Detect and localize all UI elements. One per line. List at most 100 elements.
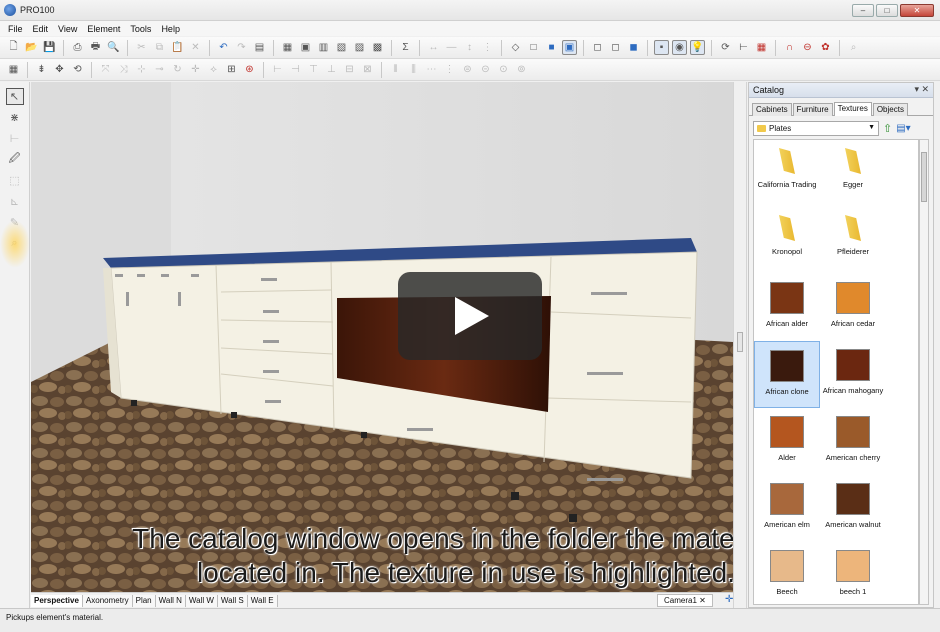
dim-vertical-icon[interactable]: ↕ <box>462 40 477 55</box>
cut-icon[interactable]: ✂ <box>134 40 149 55</box>
catalog-texture-item[interactable]: African mahogany <box>820 341 886 408</box>
catalog-texture-item[interactable]: American cherry <box>820 408 886 475</box>
catalog-texture-item[interactable]: African cedar <box>820 274 886 341</box>
cube-solid-icon[interactable]: ■ <box>544 40 559 55</box>
measure-icon[interactable]: ⊢ <box>736 40 751 55</box>
rotate-icon[interactable]: ⟳ <box>718 40 733 55</box>
texture-mode-icon[interactable]: ◉ <box>672 40 687 55</box>
view1-icon[interactable]: ▦ <box>280 40 295 55</box>
view-tab-plan[interactable]: Plan <box>132 594 156 607</box>
catalog-folder-item[interactable]: California Trading <box>754 140 820 207</box>
print-icon[interactable]: 🖶 <box>88 40 103 55</box>
catalog-texture-item[interactable]: African clone <box>754 341 820 408</box>
select-tool-icon[interactable]: ↖ <box>5 88 24 105</box>
view6-icon[interactable]: ▩ <box>370 40 385 55</box>
dist3-icon[interactable]: ⋯ <box>424 62 439 77</box>
dist7-icon[interactable]: ⊙ <box>496 62 511 77</box>
tool-g-icon[interactable]: ⟡ <box>206 62 221 77</box>
view5-icon[interactable]: ▨ <box>352 40 367 55</box>
move-icon[interactable]: ✥ <box>52 62 67 77</box>
dist5-icon[interactable]: ⊜ <box>460 62 475 77</box>
tool-e-icon[interactable]: ↻ <box>170 62 185 77</box>
magnet-icon[interactable]: ∩ <box>782 40 797 55</box>
measure-tool-icon[interactable]: ⊾ <box>6 193 24 210</box>
render-mode-icon[interactable]: ▪ <box>654 40 669 55</box>
align6-icon[interactable]: ⊠ <box>360 62 375 77</box>
cube-wire-icon[interactable]: ◇ <box>508 40 523 55</box>
view-mode-icon[interactable]: ▤▾ <box>896 123 910 134</box>
folder-up-icon[interactable]: ⇧ <box>883 122 892 135</box>
view-tab-axonometry[interactable]: Axonometry <box>82 594 133 607</box>
align5-icon[interactable]: ⊟ <box>342 62 357 77</box>
catalog-tab-objects[interactable]: Objects <box>872 103 908 116</box>
delete-icon[interactable]: ✕ <box>188 40 203 55</box>
dim-horizontal-icon[interactable]: ↔ <box>426 40 441 55</box>
align2-icon[interactable]: ⊣ <box>288 62 303 77</box>
catalog-folder-item[interactable]: Egger <box>820 140 886 207</box>
menu-help[interactable]: Help <box>161 24 180 34</box>
view4-icon[interactable]: ▧ <box>334 40 349 55</box>
catalog-folder-item[interactable]: Kronopol <box>754 207 820 274</box>
tool-a-icon[interactable]: ⤧ <box>98 62 113 77</box>
tool-f-icon[interactable]: ✛ <box>188 62 203 77</box>
rotate-tool-icon[interactable]: ⟲ <box>70 62 85 77</box>
align4-icon[interactable]: ⊥ <box>324 62 339 77</box>
add-view-icon[interactable]: ✛ <box>725 594 733 605</box>
dist6-icon[interactable]: ⊝ <box>478 62 493 77</box>
view-tab-wall-n[interactable]: Wall N <box>155 594 186 607</box>
catalog-texture-item[interactable]: beech 1 <box>820 542 886 604</box>
zoom-icon[interactable]: ⌕ <box>846 40 861 55</box>
close-button[interactable]: ✕ <box>900 4 934 17</box>
view2-icon[interactable]: ▣ <box>298 40 313 55</box>
dist2-icon[interactable]: ⫼ <box>406 62 421 77</box>
align-icon[interactable]: ⇟ <box>34 62 49 77</box>
catalog-texture-item[interactable]: American walnut <box>820 475 886 542</box>
menu-edit[interactable]: Edit <box>33 24 49 34</box>
print-preview-icon[interactable]: ⎙ <box>70 40 85 55</box>
catalog-tab-furniture[interactable]: Furniture <box>792 103 833 116</box>
catalog-texture-item[interactable]: Beech <box>754 542 820 604</box>
dist1-icon[interactable]: ⫴ <box>388 62 403 77</box>
cube-render-icon[interactable]: ▣ <box>562 40 577 55</box>
paint-tool-icon[interactable]: ⬚ <box>6 172 24 189</box>
3d-viewport[interactable]: The catalog window opens in the folder t… <box>31 82 733 592</box>
box1-icon[interactable]: ◻ <box>590 40 605 55</box>
tool-b-icon[interactable]: ⤨ <box>116 62 131 77</box>
catalog-header-controls[interactable]: ▾ ✕ <box>914 84 929 95</box>
dim-line-icon[interactable]: — <box>444 40 459 55</box>
panel-splitter[interactable] <box>733 82 747 608</box>
dist4-icon[interactable]: ⋮ <box>442 62 457 77</box>
document-tab-camera1[interactable]: Camera1 ✕ <box>657 594 713 607</box>
tool-d-icon[interactable]: ⊸ <box>152 62 167 77</box>
tool-c-icon[interactable]: ⊹ <box>134 62 149 77</box>
catalog-scrollbar[interactable] <box>919 139 929 605</box>
grid-snap-icon[interactable]: ▦ <box>6 62 21 77</box>
catalog-texture-item[interactable]: Alder <box>754 408 820 475</box>
open-icon[interactable]: 📂 <box>24 40 39 55</box>
sum-icon[interactable]: Σ <box>398 40 413 55</box>
view-tab-perspective[interactable]: Perspective <box>31 594 83 607</box>
catalog-tab-textures[interactable]: Textures <box>833 102 872 116</box>
undo-icon[interactable]: ↶ <box>216 40 231 55</box>
dist8-icon[interactable]: ⊚ <box>514 62 529 77</box>
light-icon[interactable]: 💡 <box>690 40 705 55</box>
align3-icon[interactable]: ⊤ <box>306 62 321 77</box>
snap-tool-icon[interactable]: ⋇ <box>6 109 24 126</box>
pickup-material-tool-icon[interactable]: 🖉 <box>6 151 24 168</box>
catalog-tab-cabinets[interactable]: Cabinets <box>752 103 792 116</box>
box3-icon[interactable]: ◼ <box>626 40 641 55</box>
box2-icon[interactable]: ◻ <box>608 40 623 55</box>
menu-view[interactable]: View <box>58 24 77 34</box>
minimize-button[interactable]: – <box>852 4 874 17</box>
menu-file[interactable]: File <box>8 24 23 34</box>
scrollbar-thumb[interactable] <box>921 152 927 202</box>
catalog-texture-item[interactable]: African alder <box>754 274 820 341</box>
settings-icon[interactable]: ✿ <box>818 40 833 55</box>
cube-outline-icon[interactable]: □ <box>526 40 541 55</box>
catalog-folder-item[interactable]: Pfleiderer <box>820 207 886 274</box>
view-tab-wall-e[interactable]: Wall E <box>247 594 278 607</box>
view-tab-wall-s[interactable]: Wall S <box>217 594 248 607</box>
redo-icon[interactable]: ↷ <box>234 40 249 55</box>
catalog-folder-select[interactable]: Plates ▼ <box>753 120 879 136</box>
stop-icon[interactable]: ⊖ <box>800 40 815 55</box>
